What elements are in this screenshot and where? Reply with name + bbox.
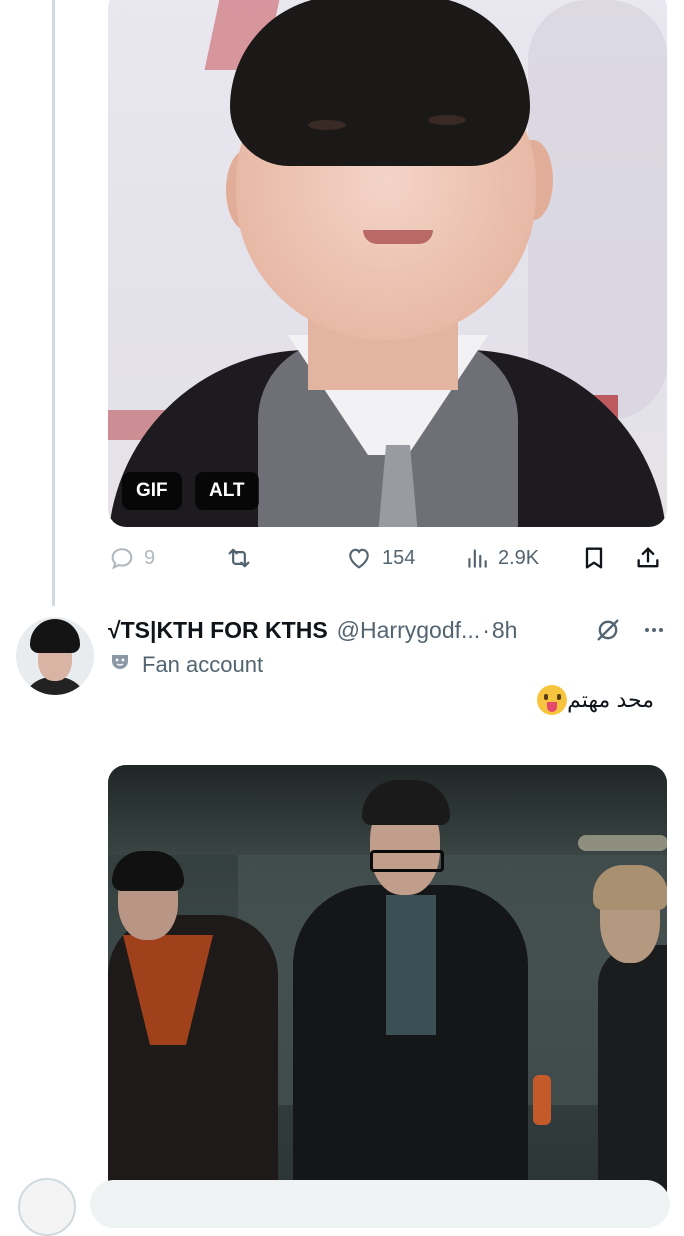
reply-button[interactable]: 9 xyxy=(108,538,155,578)
repost-button[interactable] xyxy=(223,538,255,578)
media-subject-mouth xyxy=(363,230,433,244)
media-ceiling-light xyxy=(578,835,667,851)
account-label[interactable]: Fan account xyxy=(108,648,263,682)
views-bar-chart-icon xyxy=(468,549,487,568)
heart-icon xyxy=(349,548,369,569)
tweet-header: √TS|KTH FOR KTHS @Harrygodf... · 8h xyxy=(108,612,668,648)
tweet-text-content: محد مهتم xyxy=(567,687,654,712)
media-person-center-glasses xyxy=(370,850,444,872)
alt-badge[interactable]: ALT xyxy=(195,472,259,510)
views-button[interactable]: 2.9K xyxy=(464,538,539,578)
like-count: 154 xyxy=(382,546,416,569)
tweet-action-bar: 9 154 2.9K xyxy=(108,538,668,578)
media-subject-hair xyxy=(230,0,530,166)
author-handle[interactable]: @Harrygodf... xyxy=(337,617,481,644)
media-shadow xyxy=(528,0,667,420)
media-person-left-hair xyxy=(112,851,184,891)
more-options-icon[interactable] xyxy=(640,618,668,648)
media-fire-extinguisher xyxy=(533,1075,551,1125)
avatar-hair xyxy=(30,619,80,653)
share-icon xyxy=(637,547,659,568)
header-separator: · xyxy=(482,616,490,643)
media-subject-eye xyxy=(308,120,346,130)
tweet-media-gif[interactable] xyxy=(108,0,667,527)
reply-count: 9 xyxy=(144,546,156,569)
tweet-media-image[interactable] xyxy=(108,765,667,1225)
like-button[interactable]: 154 xyxy=(344,538,415,578)
reply-icon xyxy=(111,548,133,570)
tweet-text: محد مهتم xyxy=(529,682,654,718)
repost-icon xyxy=(228,548,250,568)
composer-avatar[interactable] xyxy=(18,1178,76,1236)
media-person-center-shirt xyxy=(386,895,436,1035)
bookmark-icon xyxy=(585,547,603,569)
share-button[interactable] xyxy=(634,538,662,578)
account-label-text: Fan account xyxy=(142,652,264,677)
theater-mask-icon xyxy=(108,650,132,680)
media-subject-eye xyxy=(428,115,466,125)
gif-badge: GIF xyxy=(122,472,182,510)
grok-icon[interactable] xyxy=(594,616,622,650)
face-with-tongue-emoji xyxy=(537,685,568,715)
reply-composer-input[interactable] xyxy=(90,1180,670,1228)
thread-connector-line xyxy=(52,0,55,606)
bookmark-button[interactable] xyxy=(580,538,608,578)
author-display-name[interactable]: √TS|KTH FOR KTHS xyxy=(108,617,328,644)
tweet-timestamp[interactable]: 8h xyxy=(492,617,518,644)
author-avatar[interactable] xyxy=(16,617,94,695)
media-person-right-hair xyxy=(593,865,667,910)
views-count: 2.9K xyxy=(498,546,540,569)
